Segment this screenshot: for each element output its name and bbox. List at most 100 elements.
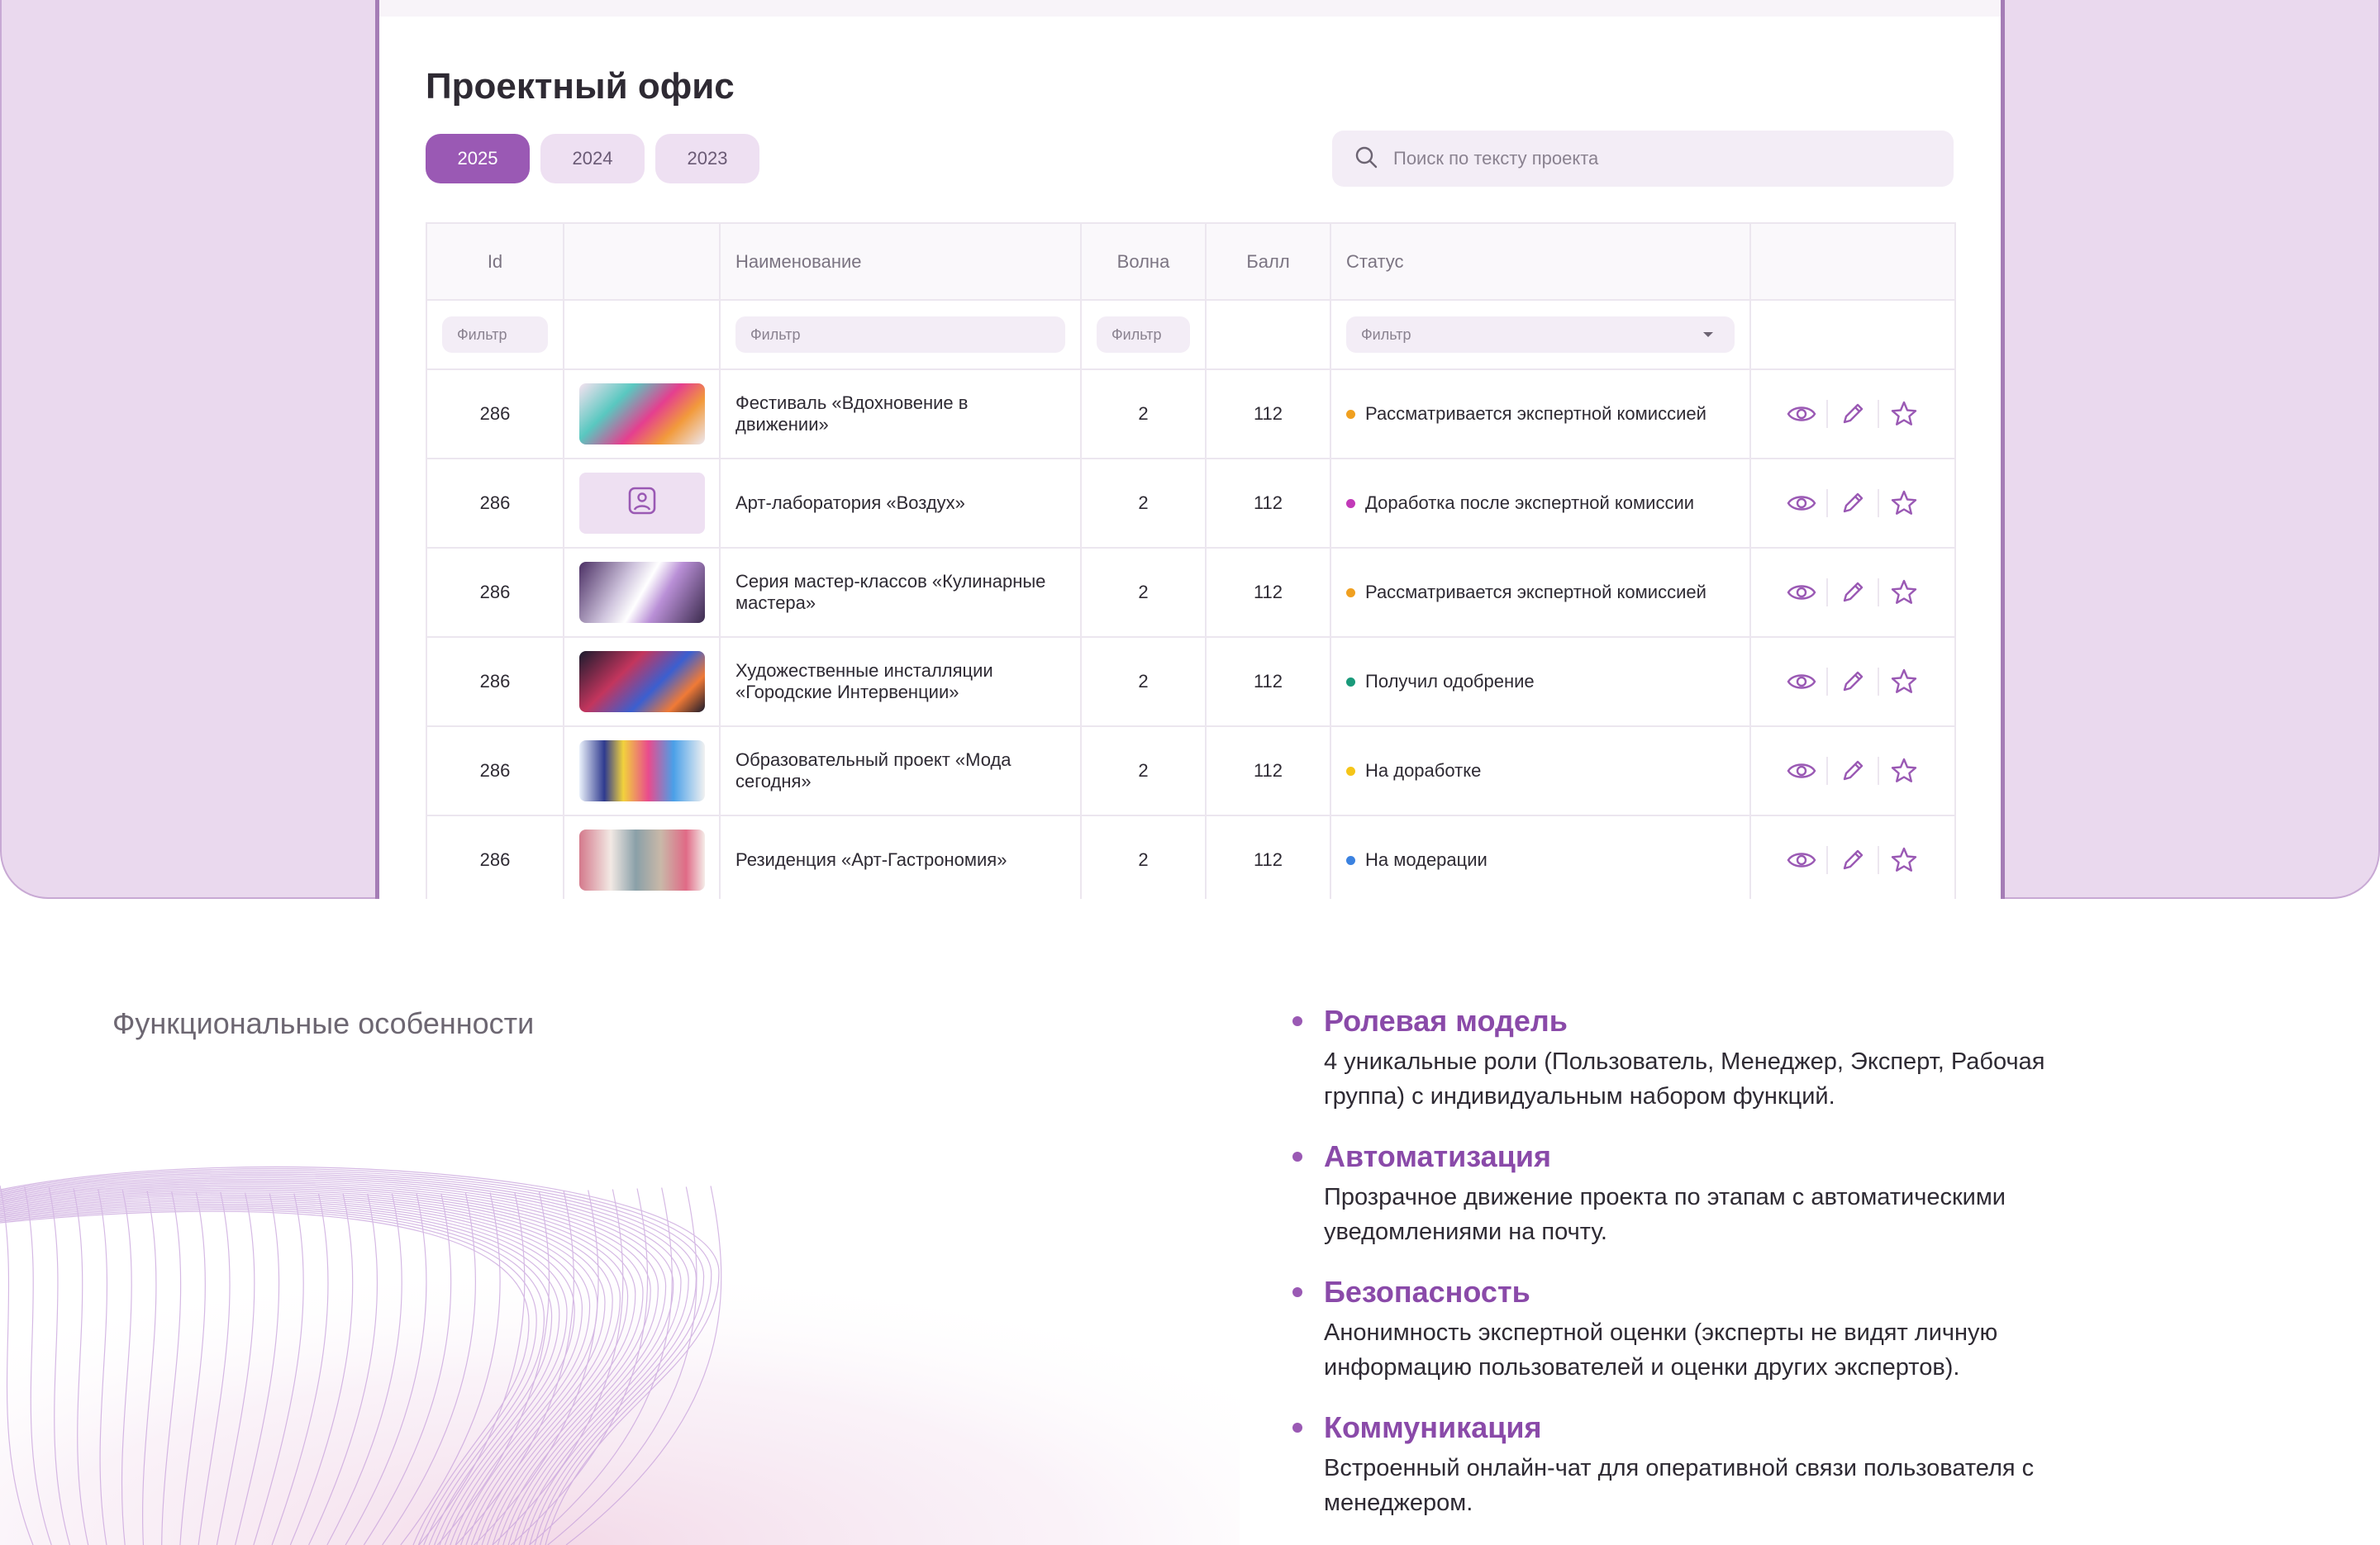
table-header-row: Id Наименование Волна Балл Статус <box>426 222 1956 301</box>
search-box[interactable] <box>1332 131 1954 187</box>
feature-list: Ролевая модель 4 уникальные роли (Пользо… <box>1289 1001 2099 1543</box>
filter-select-status[interactable]: Фильтр <box>1346 316 1735 353</box>
feature-text: Прозрачное движение проекта по этапам с … <box>1324 1184 2006 1245</box>
feature-text: Анонимность экспертной оценки (эксперты … <box>1324 1319 1998 1381</box>
bullet-dot <box>1292 1152 1302 1162</box>
filter-cell-status: Фильтр <box>1330 299 1751 370</box>
tab-year-2023[interactable]: 2023 <box>655 134 759 183</box>
cell-wave: 2 <box>1080 725 1207 816</box>
cell-actions <box>1749 636 1956 727</box>
status-dot <box>1346 409 1355 419</box>
star-icon[interactable] <box>1879 844 1929 877</box>
column-header-status[interactable]: Статус <box>1330 222 1751 301</box>
column-header-image <box>563 222 721 301</box>
app-window: Проектный офис 2025 2024 2023 Id Наимено… <box>375 0 2005 899</box>
cell-score: 112 <box>1205 368 1331 459</box>
table-row[interactable]: 286 Фестиваль «Вдохновение в движении» 2… <box>426 368 1956 459</box>
eye-icon[interactable] <box>1777 487 1826 520</box>
cell-wave: 2 <box>1080 368 1207 459</box>
cell-id: 286 <box>426 815 564 899</box>
project-thumbnail[interactable] <box>578 740 705 801</box>
cell-wave: 2 <box>1080 815 1207 899</box>
decorative-mesh <box>0 1140 1240 1545</box>
status-dot <box>1346 855 1355 865</box>
cell-actions <box>1749 368 1956 459</box>
column-header-id[interactable]: Id <box>426 222 564 301</box>
table-row[interactable]: 286 Серия мастер-классов «Кулинарные мас… <box>426 547 1956 638</box>
pencil-icon[interactable] <box>1828 665 1878 698</box>
cell-status: Рассматривается экспертной комиссией <box>1330 368 1751 459</box>
cell-image <box>563 547 721 638</box>
table-row[interactable]: 286 Художественные инсталляции «Городски… <box>426 636 1956 727</box>
filter-input-id[interactable]: Фильтр <box>442 316 548 353</box>
cell-name[interactable]: Серия мастер-классов «Кулинарные мастера… <box>719 547 1082 638</box>
eye-icon[interactable] <box>1777 576 1826 609</box>
feature-title: Коммуникация <box>1324 1410 1542 1444</box>
star-icon[interactable] <box>1879 576 1929 609</box>
cell-name[interactable]: Арт-лаборатория «Воздух» <box>719 458 1082 549</box>
cell-score: 112 <box>1205 815 1331 899</box>
column-header-wave[interactable]: Волна <box>1080 222 1207 301</box>
star-icon[interactable] <box>1879 754 1929 787</box>
cell-image <box>563 725 721 816</box>
project-thumbnail[interactable] <box>578 473 705 534</box>
tab-year-2024[interactable]: 2024 <box>540 134 645 183</box>
cell-id: 286 <box>426 458 564 549</box>
section-title: Функциональные особенности <box>112 1006 535 1040</box>
status-label: На модерации <box>1365 849 1488 870</box>
tab-year-2025[interactable]: 2025 <box>426 134 530 183</box>
feature-title: Автоматизация <box>1324 1139 1551 1173</box>
cell-name[interactable]: Художественные инсталляции «Городские Ин… <box>719 636 1082 727</box>
feature-text: 4 уникальные роли (Пользователь, Менедже… <box>1324 1048 2045 1110</box>
star-icon[interactable] <box>1879 487 1929 520</box>
cell-status: Рассматривается экспертной комиссией <box>1330 547 1751 638</box>
filter-input-wave[interactable]: Фильтр <box>1097 316 1190 353</box>
pencil-icon[interactable] <box>1828 487 1878 520</box>
cell-wave: 2 <box>1080 547 1207 638</box>
filter-select-label: Фильтр <box>1361 326 1411 343</box>
star-icon[interactable] <box>1879 397 1929 430</box>
project-thumbnail[interactable] <box>578 651 705 712</box>
project-thumbnail[interactable] <box>578 562 705 623</box>
cell-name[interactable]: Фестиваль «Вдохновение в движении» <box>719 368 1082 459</box>
eye-icon[interactable] <box>1777 665 1826 698</box>
pencil-icon[interactable] <box>1828 754 1878 787</box>
table-row[interactable]: 286 Образовательный проект «Мода сегодня… <box>426 725 1956 816</box>
search-input[interactable] <box>1393 148 1922 169</box>
status-label: Рассматривается экспертной комиссией <box>1365 403 1706 424</box>
cell-image <box>563 368 721 459</box>
column-header-name[interactable]: Наименование <box>719 222 1082 301</box>
cell-actions <box>1749 815 1956 899</box>
cell-actions <box>1749 547 1956 638</box>
column-header-score[interactable]: Балл <box>1205 222 1331 301</box>
pencil-icon[interactable] <box>1828 844 1878 877</box>
filter-input-name[interactable]: Фильтр <box>735 316 1065 353</box>
table-row[interactable]: 286 Резиденция «Арт-Гастрономия» 2 112 Н… <box>426 815 1956 899</box>
feature-title: Безопасность <box>1324 1275 1530 1309</box>
pencil-icon[interactable] <box>1828 397 1878 430</box>
status-label: Доработка после экспертной комиссии <box>1365 492 1695 513</box>
bullet-dot <box>1292 1287 1302 1297</box>
cell-wave: 2 <box>1080 458 1207 549</box>
status-label: На доработке <box>1365 760 1482 781</box>
cell-status: На доработке <box>1330 725 1751 816</box>
table-row[interactable]: 286 Арт-лаборатория «Воздух» 2 112 Дораб… <box>426 458 1956 549</box>
eye-icon[interactable] <box>1777 397 1826 430</box>
cell-image <box>563 458 721 549</box>
feature-text: Встроенный онлайн-чат для оперативной св… <box>1324 1455 2035 1516</box>
feature-item: Коммуникация Встроенный онлайн-чат для о… <box>1289 1408 2099 1520</box>
year-tabs: 2025 2024 2023 <box>426 134 759 183</box>
filter-cell-id: Фильтр <box>426 299 564 370</box>
cell-name[interactable]: Образовательный проект «Мода сегодня» <box>719 725 1082 816</box>
cell-status: На модерации <box>1330 815 1751 899</box>
project-thumbnail[interactable] <box>578 383 705 444</box>
eye-icon[interactable] <box>1777 844 1826 877</box>
star-icon[interactable] <box>1879 665 1929 698</box>
search-icon <box>1354 145 1378 174</box>
filter-row: Фильтр Фильтр Фильтр Фильтр <box>426 299 1956 370</box>
filter-cell-empty <box>563 299 721 370</box>
cell-name[interactable]: Резиденция «Арт-Гастрономия» <box>719 815 1082 899</box>
pencil-icon[interactable] <box>1828 576 1878 609</box>
eye-icon[interactable] <box>1777 754 1826 787</box>
project-thumbnail[interactable] <box>578 830 705 891</box>
